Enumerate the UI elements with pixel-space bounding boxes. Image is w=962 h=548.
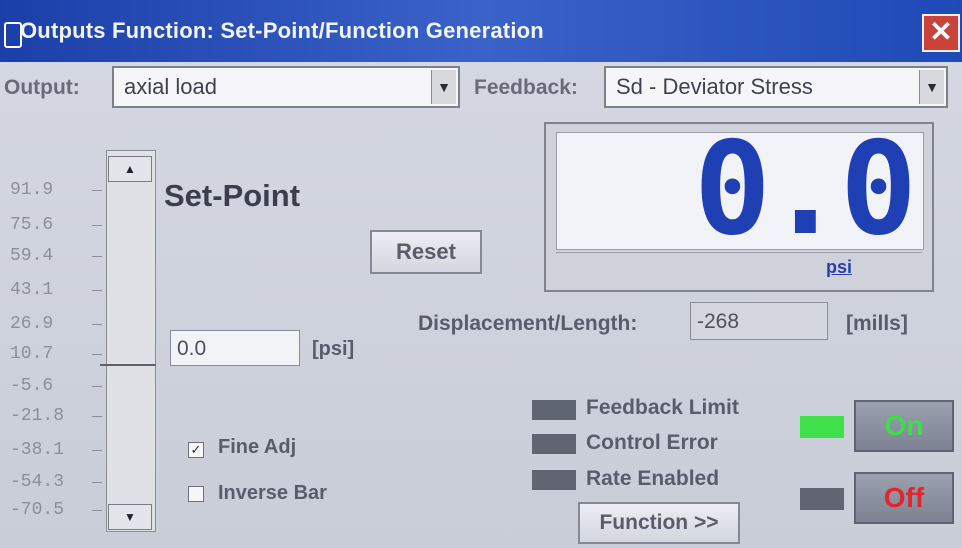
displacement-unit-label: [mills] [846, 312, 908, 335]
feedback-select[interactable]: Sd - Deviator Stress ▼ [604, 66, 948, 108]
scale-tick: 43.1 [10, 280, 102, 300]
displacement-label: Displacement/Length: [418, 312, 638, 335]
slider-up-button[interactable]: ▲ [108, 156, 152, 182]
control-error-indicator [532, 434, 576, 454]
control-error-label: Control Error [586, 431, 718, 454]
feedback-limit-label: Feedback Limit [586, 396, 739, 419]
chevron-down-icon[interactable]: ▼ [431, 70, 456, 104]
readout-unit[interactable]: psi [826, 257, 852, 278]
feedback-readout: 0.0 psi [544, 115, 934, 292]
scale-tick: -38.1 [10, 440, 102, 460]
chevron-down-icon[interactable]: ▼ [919, 70, 944, 104]
inverse-bar-label: Inverse Bar [218, 482, 327, 504]
scale-tick: 59.4 [10, 246, 102, 266]
outputs-function-window: Outputs Function: Set-Point/Function Gen… [0, 0, 962, 548]
scale-tick: -54.3 [10, 472, 102, 492]
output-select-value: axial load [124, 74, 217, 99]
slider-thumb[interactable] [100, 364, 156, 366]
function-button[interactable]: Function >> [578, 502, 740, 544]
fine-adj-checkbox[interactable]: ✓ [188, 442, 204, 458]
scale-tick: 26.9 [10, 314, 102, 334]
output-label: Output: [4, 76, 80, 99]
feedback-limit-indicator [532, 400, 576, 420]
off-button[interactable]: Off [854, 472, 954, 524]
readout-value: 0.0 [693, 115, 917, 264]
setpoint-unit-label: [psi] [312, 338, 355, 360]
rate-enabled-label: Rate Enabled [586, 467, 720, 490]
feedback-select-value: Sd - Deviator Stress [616, 74, 813, 99]
close-button[interactable]: ✕ [922, 14, 960, 52]
displacement-value-field: -268 [690, 302, 828, 340]
off-status-led [800, 488, 844, 510]
rate-enabled-indicator [532, 470, 576, 490]
fine-adj-label: Fine Adj [218, 436, 297, 458]
setpoint-slider-track[interactable] [106, 150, 156, 532]
output-select[interactable]: axial load ▼ [112, 66, 460, 108]
scale-tick: -21.8 [10, 406, 102, 426]
setpoint-heading: Set-Point [164, 178, 301, 213]
scale-tick: 10.7 [10, 344, 102, 364]
title-bar[interactable]: Outputs Function: Set-Point/Function Gen… [0, 0, 962, 62]
setpoint-value-input[interactable]: 0.0 [170, 330, 300, 366]
scale-tick: -70.5 [10, 500, 102, 520]
scale-tick: 75.6 [10, 215, 102, 235]
scale-tick: -5.6 [10, 376, 102, 396]
on-status-led [800, 416, 844, 438]
feedback-label: Feedback: [474, 76, 578, 99]
inverse-bar-checkbox[interactable] [188, 486, 204, 502]
slider-down-button[interactable]: ▼ [108, 504, 152, 530]
window-title: Outputs Function: Set-Point/Function Gen… [20, 18, 544, 43]
readout-screen: 0.0 [556, 115, 924, 264]
on-button[interactable]: On [854, 400, 954, 452]
scale-tick: 91.9 [10, 180, 102, 200]
reset-button[interactable]: Reset [370, 230, 482, 274]
readout-unit-bar: psi [556, 252, 922, 283]
